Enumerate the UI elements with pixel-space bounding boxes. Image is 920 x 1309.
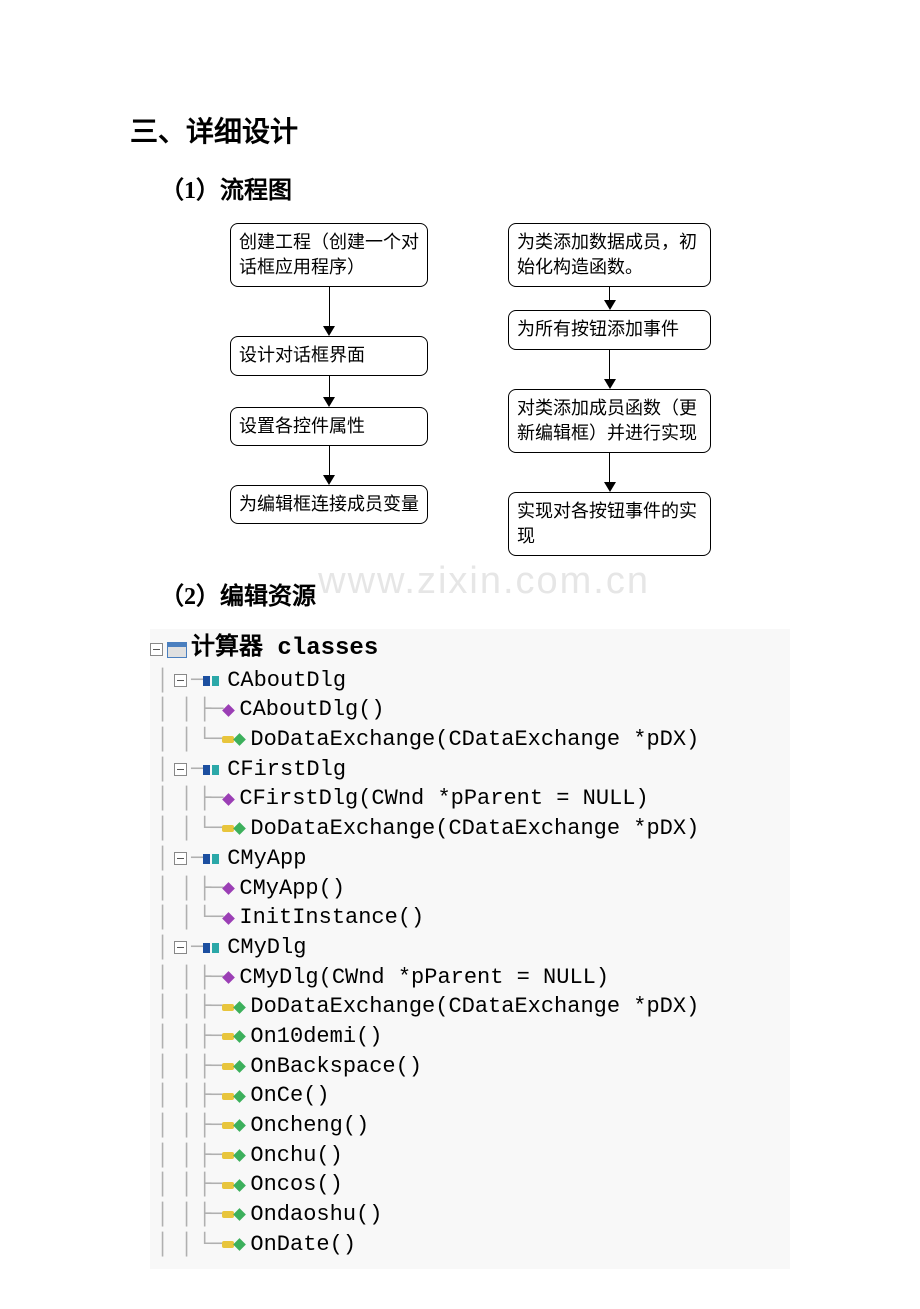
flow-box: 为所有按钮添加事件 — [508, 310, 711, 349]
tree-member[interactable]: ││├─CMyDlg(CWnd *pParent = NULL) — [150, 963, 790, 993]
tree-member-label: CAboutDlg() — [239, 695, 384, 725]
method-icon — [234, 1238, 247, 1251]
tree-member[interactable]: ││├─On10demi() — [150, 1022, 790, 1052]
tree-class-label: CAboutDlg — [227, 666, 346, 696]
collapse-icon[interactable] — [150, 643, 163, 656]
tree-member[interactable]: ││├─DoDataExchange(CDataExchange *pDX) — [150, 992, 790, 1022]
tree-member[interactable]: ││└─OnDate() — [150, 1230, 790, 1260]
tree-member[interactable]: ││├─OnCe() — [150, 1081, 790, 1111]
tree-member[interactable]: ││└─DoDataExchange(CDataExchange *pDX) — [150, 725, 790, 755]
class-icon — [203, 763, 223, 777]
flow-box: 为类添加数据成员，初始化构造函数。 — [508, 223, 711, 287]
flow-box: 对类添加成员函数（更新编辑框）并进行实现 — [508, 389, 711, 453]
tree-member[interactable]: ││├─Oncheng() — [150, 1111, 790, 1141]
tree-member-label: Ondaoshu() — [250, 1200, 382, 1230]
tree-member[interactable]: ││├─CAboutDlg() — [150, 695, 790, 725]
method-icon — [234, 734, 247, 747]
method-icon — [234, 1149, 247, 1162]
class-icon — [203, 941, 223, 955]
tree-root[interactable]: 计算器 classes — [150, 633, 790, 665]
method-icon — [234, 1119, 247, 1132]
tree-member[interactable]: ││├─Ondaoshu() — [150, 1200, 790, 1230]
arrow-down-icon — [323, 376, 335, 407]
tree-member[interactable]: ││├─CFirstDlg(CWnd *pParent = NULL) — [150, 784, 790, 814]
collapse-icon[interactable] — [174, 763, 187, 776]
flow-box: 创建工程（创建一个对话框应用程序） — [230, 223, 428, 287]
method-icon — [234, 1001, 247, 1014]
tree-class[interactable]: │─CMyApp — [150, 844, 790, 874]
method-icon — [223, 912, 236, 925]
arrow-down-icon — [604, 287, 616, 310]
tree-member-label: CFirstDlg(CWnd *pParent = NULL) — [239, 784, 648, 814]
collapse-icon[interactable] — [174, 852, 187, 865]
tree-member-label: OnBackspace() — [250, 1052, 422, 1082]
heading-flowchart: （1）流程图 — [160, 170, 790, 205]
tree-class-label: CMyApp — [227, 844, 306, 874]
tree-root-label: 计算器 classes — [191, 633, 378, 665]
tree-class[interactable]: │─CMyDlg — [150, 933, 790, 963]
tree-member-label: Onchu() — [250, 1141, 342, 1171]
flow-right-col: 为类添加数据成员，初始化构造函数。 为所有按钮添加事件 对类添加成员函数（更新编… — [508, 223, 711, 556]
class-icon — [203, 674, 223, 688]
method-icon — [234, 1060, 247, 1073]
tree-member-label: CMyDlg(CWnd *pParent = NULL) — [239, 963, 609, 993]
flowchart: 创建工程（创建一个对话框应用程序） 设计对话框界面 设置各控件属性 为编辑框连接… — [230, 223, 790, 556]
tree-member[interactable]: ││├─OnBackspace() — [150, 1052, 790, 1082]
tree-member[interactable]: ││└─InitInstance() — [150, 903, 790, 933]
arrow-down-icon — [604, 350, 616, 389]
tree-class[interactable]: │─CAboutDlg — [150, 666, 790, 696]
method-icon — [234, 1030, 247, 1043]
tree-member-label: DoDataExchange(CDataExchange *pDX) — [250, 725, 699, 755]
tree-member-label: CMyApp() — [239, 874, 345, 904]
method-icon — [234, 1090, 247, 1103]
flow-box: 为编辑框连接成员变量 — [230, 485, 428, 524]
class-tree: 计算器 classes │─CAboutDlg││├─CAboutDlg()││… — [150, 629, 790, 1269]
method-icon — [234, 1179, 247, 1192]
method-icon — [223, 793, 236, 806]
tree-member-label: OnDate() — [250, 1230, 356, 1260]
flow-left-col: 创建工程（创建一个对话框应用程序） 设计对话框界面 设置各控件属性 为编辑框连接… — [230, 223, 428, 556]
arrow-down-icon — [323, 446, 335, 485]
tree-member-label: InitInstance() — [239, 903, 424, 933]
tree-member[interactable]: ││├─Oncos() — [150, 1170, 790, 1200]
method-icon — [234, 1209, 247, 1222]
method-icon — [234, 823, 247, 836]
class-icon — [203, 852, 223, 866]
tree-member-label: On10demi() — [250, 1022, 382, 1052]
key-icon — [222, 825, 234, 832]
method-icon — [223, 882, 236, 895]
method-icon — [223, 704, 236, 717]
collapse-icon[interactable] — [174, 674, 187, 687]
tree-class-label: CMyDlg — [227, 933, 306, 963]
tree-member-label: DoDataExchange(CDataExchange *pDX) — [250, 992, 699, 1022]
heading-detailed-design: 三、详细设计 — [130, 110, 790, 150]
arrow-down-icon — [604, 453, 616, 492]
flow-box: 设置各控件属性 — [230, 407, 428, 446]
flow-box: 设计对话框界面 — [230, 336, 428, 375]
tree-member[interactable]: ││├─CMyApp() — [150, 874, 790, 904]
tree-member[interactable]: ││└─DoDataExchange(CDataExchange *pDX) — [150, 814, 790, 844]
arrow-down-icon — [323, 287, 335, 336]
tree-member-label: Oncheng() — [250, 1111, 369, 1141]
method-icon — [223, 971, 236, 984]
window-icon — [167, 642, 187, 658]
tree-class-label: CFirstDlg — [227, 755, 346, 785]
tree-class[interactable]: │─CFirstDlg — [150, 755, 790, 785]
flow-box: 实现对各按钮事件的实现 — [508, 492, 711, 556]
tree-member-label: DoDataExchange(CDataExchange *pDX) — [250, 814, 699, 844]
tree-member-label: OnCe() — [250, 1081, 329, 1111]
tree-member[interactable]: ││├─Onchu() — [150, 1141, 790, 1171]
collapse-icon[interactable] — [174, 941, 187, 954]
heading-edit-resource: （2）编辑资源 — [160, 576, 790, 611]
tree-member-label: Oncos() — [250, 1170, 342, 1200]
